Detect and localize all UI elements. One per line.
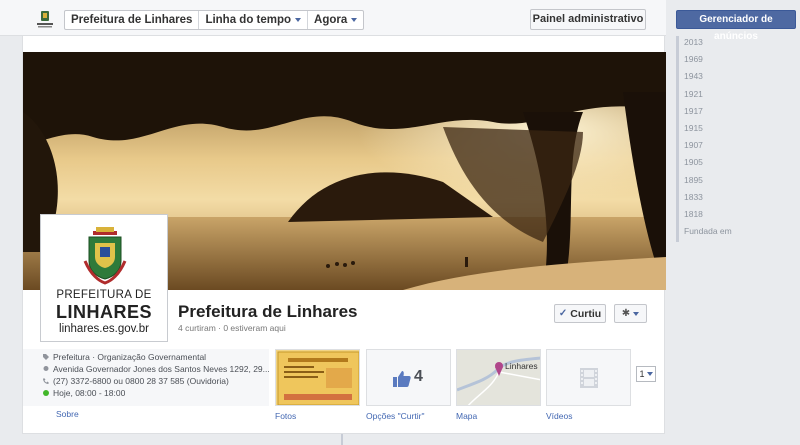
likes-count: 4: [414, 368, 423, 385]
liked-label: Curtiu: [570, 307, 602, 320]
year-link[interactable]: 1915: [684, 122, 732, 139]
gear-icon: ✱: [621, 308, 631, 319]
right-column: Gerenciador de anúncios 2013 1969 1943 1…: [666, 0, 800, 445]
nav-now-dropdown[interactable]: Agora: [308, 11, 363, 29]
open-status-icon: [43, 390, 49, 396]
year-link[interactable]: 1905: [684, 156, 732, 173]
profile-logo-line3: linhares.es.gov.br: [59, 323, 149, 335]
chevron-down-icon: [646, 372, 653, 376]
app-map[interactable]: Linhares: [456, 349, 541, 406]
year-link[interactable]: 1969: [684, 53, 732, 70]
nav-timeline-dropdown[interactable]: Linha do tempo: [199, 11, 309, 29]
about-link[interactable]: Sobre: [56, 409, 79, 419]
app-photos[interactable]: [275, 349, 360, 406]
about-category: Prefeitura · Organização Governamental: [53, 352, 207, 362]
about-address: Avenida Governador Jones dos Santos Neve…: [53, 364, 270, 374]
timeline-nav: Prefeitura de Linhares Linha do tempo Ag…: [64, 10, 365, 30]
tag-icon: [43, 354, 49, 360]
more-apps-dropdown[interactable]: 1: [636, 366, 656, 382]
about-phone: (27) 3372-6800 ou 0800 28 37 585 (Ouvido…: [53, 376, 229, 386]
phone-icon: [43, 378, 49, 384]
thumbs-up-icon: [393, 371, 411, 387]
admin-panel-button[interactable]: Painel administrativo: [530, 9, 646, 30]
year-link[interactable]: 1921: [684, 88, 732, 105]
timeline-spine: [341, 434, 343, 445]
page-stats: 4 curtiram · 0 estiveram aqui: [178, 323, 286, 333]
app-map-label[interactable]: Mapa: [456, 411, 477, 421]
more-apps-count: 1: [639, 369, 645, 379]
year-link[interactable]: 1943: [684, 70, 732, 87]
profile-logo-line1: PREFEITURA DE: [56, 289, 152, 301]
page-settings-button[interactable]: ✱: [614, 304, 647, 323]
profile-logo-line2: LINHARES: [55, 302, 152, 322]
chevron-down-icon: [351, 18, 358, 22]
coat-of-arms-icon: [83, 227, 127, 285]
year-link[interactable]: 1895: [684, 174, 732, 191]
photos-thumbnail: [276, 350, 359, 405]
app-videos-label[interactable]: Vídeos: [546, 411, 572, 421]
app-likes-label[interactable]: Opções "Curtir": [366, 411, 424, 421]
about-box: Prefeitura · Organização Governamental A…: [23, 349, 270, 406]
check-icon: ✓: [558, 308, 568, 319]
page-timeline-card: PREFEITURA DE LINHARES linhares.es.gov.b…: [22, 36, 666, 434]
film-strip-icon: [580, 368, 598, 388]
year-link[interactable]: 1833: [684, 191, 732, 208]
location-pin-icon: [43, 366, 49, 371]
year-link-founded[interactable]: Fundada em: [684, 225, 732, 242]
year-link[interactable]: 1907: [684, 139, 732, 156]
chevron-down-icon: [633, 311, 640, 316]
profile-picture[interactable]: PREFEITURA DE LINHARES linhares.es.gov.b…: [40, 214, 168, 342]
map-thumbnail: [457, 350, 540, 405]
ads-manager-button[interactable]: Gerenciador de anúncios: [676, 10, 796, 42]
year-link[interactable]: 1917: [684, 105, 732, 122]
app-likes[interactable]: 4: [366, 349, 451, 406]
timeline-years: 2013 1969 1943 1921 1917 1915 1907 1905 …: [684, 36, 732, 242]
about-hours: Hoje, 08:00 - 18:00: [53, 388, 126, 398]
app-photos-label[interactable]: Fotos: [275, 411, 296, 421]
chevron-down-icon: [295, 18, 302, 22]
year-link[interactable]: 2013: [684, 36, 732, 53]
app-videos[interactable]: [546, 349, 631, 406]
nav-page-name[interactable]: Prefeitura de Linhares: [65, 11, 200, 29]
page-logo-icon[interactable]: [34, 9, 56, 31]
timeline-scrubber-line: [676, 36, 679, 242]
liked-button[interactable]: ✓ Curtiu: [554, 304, 606, 323]
year-link[interactable]: 1818: [684, 208, 732, 225]
map-city-label: Linhares: [505, 361, 538, 371]
page-title[interactable]: Prefeitura de Linhares: [178, 302, 358, 322]
